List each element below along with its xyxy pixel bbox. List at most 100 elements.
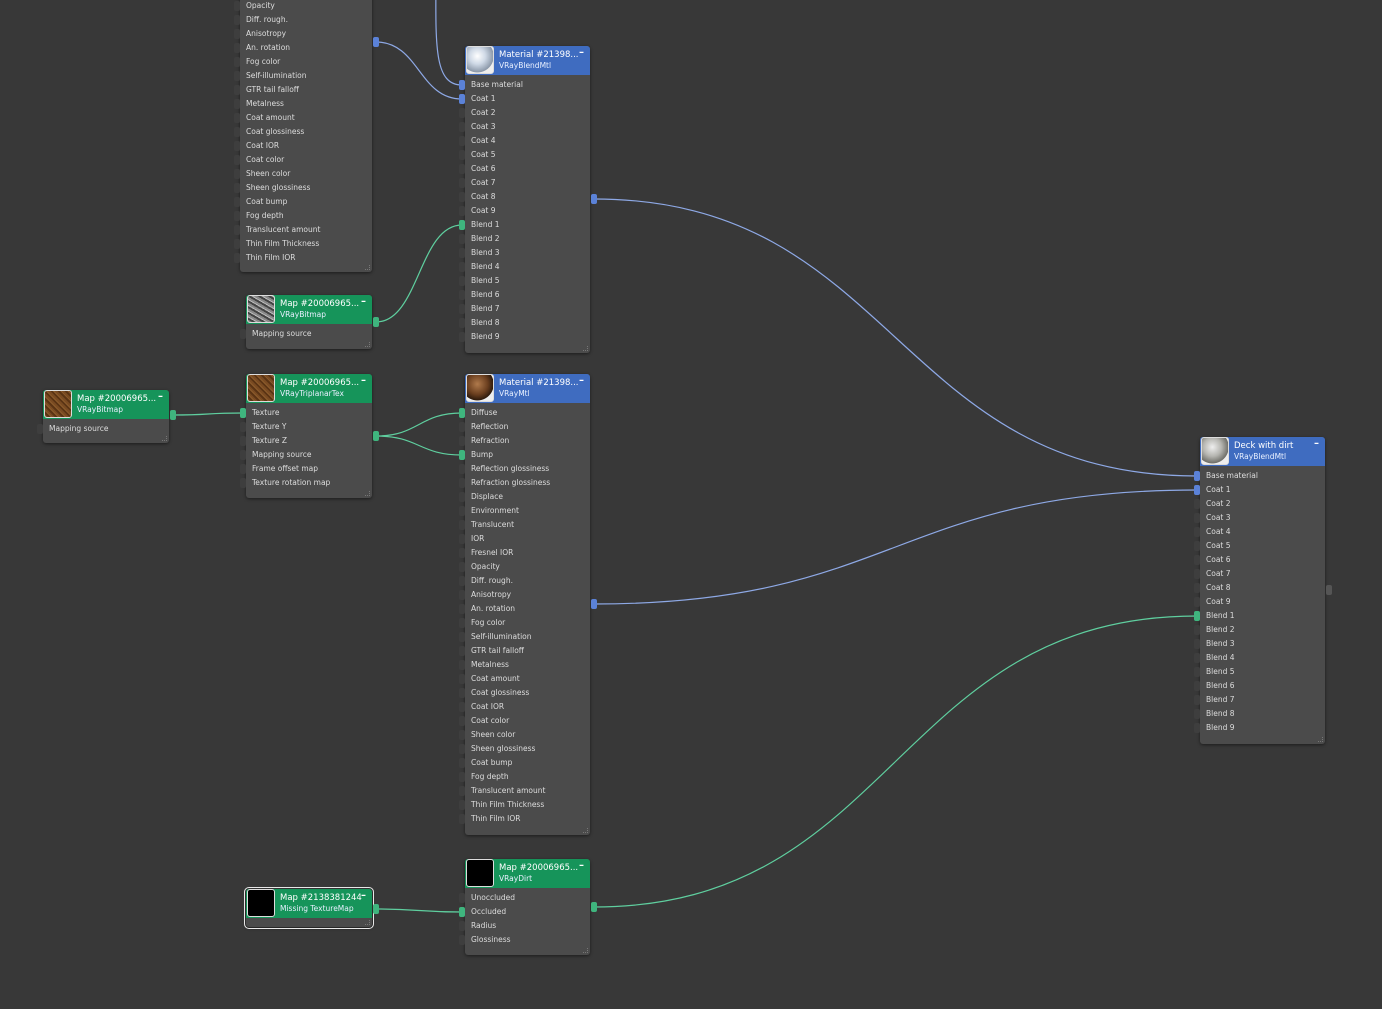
- wire-bitmap_left-to-triplanar[interactable]: [172, 412, 244, 416]
- input-port[interactable]: [1194, 625, 1200, 635]
- input-port[interactable]: [459, 94, 465, 104]
- node-header[interactable]: Material #21398... VRayMtl –: [465, 374, 590, 403]
- input-port[interactable]: [1194, 639, 1200, 649]
- input-port[interactable]: [459, 318, 465, 328]
- input-port[interactable]: [234, 1, 240, 11]
- input-port[interactable]: [459, 907, 465, 917]
- input-port[interactable]: [1194, 695, 1200, 705]
- input-port[interactable]: [234, 57, 240, 67]
- node-header[interactable]: Deck with dirt VRayBlendMtl –: [1200, 437, 1325, 466]
- input-port[interactable]: [459, 422, 465, 432]
- input-port[interactable]: [459, 248, 465, 258]
- node-header[interactable]: Map #20006965... VRayBitmap –: [43, 390, 169, 419]
- input-port[interactable]: [240, 478, 246, 488]
- input-port[interactable]: [459, 80, 465, 90]
- input-port[interactable]: [1194, 485, 1200, 495]
- input-port[interactable]: [459, 492, 465, 502]
- input-port[interactable]: [459, 618, 465, 628]
- input-port[interactable]: [1194, 667, 1200, 677]
- input-port[interactable]: [1194, 611, 1200, 621]
- input-port[interactable]: [459, 408, 465, 418]
- wire-vraymtl_mid-to-deck[interactable]: [593, 489, 1198, 605]
- input-port[interactable]: [234, 29, 240, 39]
- input-port[interactable]: [234, 15, 240, 25]
- input-port[interactable]: [240, 464, 246, 474]
- input-port[interactable]: [234, 155, 240, 165]
- input-port[interactable]: [459, 206, 465, 216]
- node-triplanar[interactable]: Map #20006965... VRayTriplanarTex – Textu…: [240, 374, 379, 498]
- input-port[interactable]: [459, 590, 465, 600]
- collapse-icon[interactable]: –: [579, 860, 584, 871]
- input-port[interactable]: [240, 436, 246, 446]
- node-header[interactable]: Map #2138381244 Missing TextureMap –: [246, 889, 372, 918]
- input-port[interactable]: [234, 113, 240, 123]
- wire-triplanar-to-vraymtl_mid[interactable]: [375, 412, 463, 437]
- wire-vraymtl_top-to-blend_top[interactable]: [375, 41, 463, 100]
- input-port[interactable]: [234, 43, 240, 53]
- node-vraymtl-mid[interactable]: Material #21398... VRayMtl – Diffuse Refle…: [459, 374, 597, 835]
- input-port[interactable]: [234, 211, 240, 221]
- input-port[interactable]: [459, 674, 465, 684]
- resize-grip[interactable]: [365, 491, 370, 496]
- input-port[interactable]: [234, 141, 240, 151]
- input-port[interactable]: [234, 225, 240, 235]
- collapse-icon[interactable]: –: [579, 47, 584, 58]
- input-port[interactable]: [1194, 499, 1200, 509]
- input-port[interactable]: [459, 220, 465, 230]
- input-port[interactable]: [459, 450, 465, 460]
- node-header[interactable]: Material #21398... VRayBlendMtl –: [465, 46, 590, 75]
- node-bitmap-left[interactable]: Map #20006965... VRayBitmap – Mapping sou…: [37, 390, 176, 443]
- input-port[interactable]: [459, 744, 465, 754]
- output-port[interactable]: [591, 194, 597, 204]
- input-port[interactable]: [459, 478, 465, 488]
- input-port[interactable]: [459, 716, 465, 726]
- collapse-icon[interactable]: –: [361, 890, 366, 901]
- resize-grip[interactable]: [1318, 737, 1323, 742]
- output-port[interactable]: [373, 904, 379, 914]
- node-header[interactable]: Map #20006965... VRayTriplanarTex –: [246, 374, 372, 403]
- input-port[interactable]: [459, 122, 465, 132]
- input-port[interactable]: [240, 422, 246, 432]
- node-deck[interactable]: Deck with dirt VRayBlendMtl – Base materi…: [1194, 437, 1332, 744]
- wire-triplanar-to-vraymtl_mid[interactable]: [375, 435, 463, 456]
- resize-grip[interactable]: [162, 436, 167, 441]
- input-port[interactable]: [1194, 513, 1200, 523]
- input-port[interactable]: [459, 276, 465, 286]
- input-port[interactable]: [1194, 583, 1200, 593]
- input-port[interactable]: [459, 506, 465, 516]
- input-port[interactable]: [1194, 709, 1200, 719]
- wire-blend_top-to-deck[interactable]: [593, 198, 1198, 477]
- input-port[interactable]: [1194, 555, 1200, 565]
- input-port[interactable]: [459, 702, 465, 712]
- node-header[interactable]: Map #20006965... VRayBitmap –: [246, 295, 372, 324]
- input-port[interactable]: [234, 99, 240, 109]
- output-port[interactable]: [1326, 585, 1332, 595]
- resize-grip[interactable]: [583, 828, 588, 833]
- input-port[interactable]: [459, 234, 465, 244]
- input-port[interactable]: [1194, 527, 1200, 537]
- resize-grip[interactable]: [365, 342, 370, 347]
- resize-grip[interactable]: [365, 265, 370, 270]
- node-bitmap-top[interactable]: Map #20006965... VRayBitmap – Mapping sou…: [240, 295, 379, 349]
- wire-dirt-to-deck[interactable]: [593, 615, 1198, 908]
- input-port[interactable]: [459, 262, 465, 272]
- input-port[interactable]: [459, 150, 465, 160]
- input-port[interactable]: [240, 450, 246, 460]
- input-port[interactable]: [37, 424, 43, 434]
- node-dirt[interactable]: Map #20006965... VRayDirt – Unoccluded Occ…: [459, 859, 597, 955]
- input-port[interactable]: [234, 183, 240, 193]
- input-port[interactable]: [459, 562, 465, 572]
- input-port[interactable]: [1194, 471, 1200, 481]
- resize-grip[interactable]: [583, 346, 588, 351]
- output-port[interactable]: [591, 599, 597, 609]
- input-port[interactable]: [1194, 569, 1200, 579]
- input-port[interactable]: [459, 646, 465, 656]
- input-port[interactable]: [1194, 723, 1200, 733]
- input-port[interactable]: [459, 136, 465, 146]
- input-port[interactable]: [1194, 541, 1200, 551]
- input-port[interactable]: [459, 921, 465, 931]
- resize-grip[interactable]: [365, 920, 370, 925]
- output-port[interactable]: [373, 37, 379, 47]
- input-port[interactable]: [459, 534, 465, 544]
- input-port[interactable]: [459, 464, 465, 474]
